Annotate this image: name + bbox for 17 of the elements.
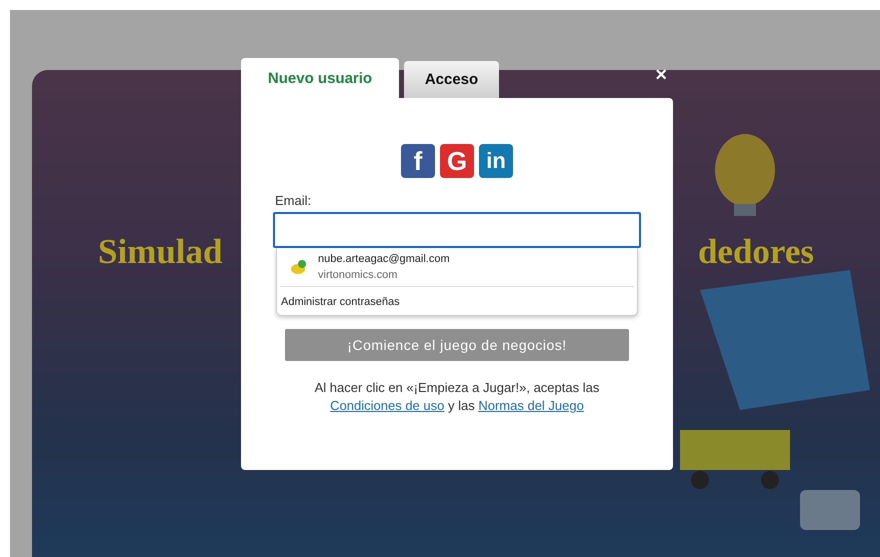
field-label: Email: [275,193,312,208]
saved-site: virtonomics.com [318,269,398,281]
email-field[interactable] [273,212,641,248]
google-icon[interactable]: G [440,144,474,178]
saved-username: nube.arteagac@gmail.com [318,253,450,265]
terms-link[interactable]: Condiciones de uso [330,398,444,413]
page-title: dedores [698,232,814,272]
manage-passwords-item[interactable]: Administrar contraseñas [277,287,637,315]
linkedin-icon[interactable]: in [479,144,513,178]
close-button[interactable]: × [651,64,671,87]
facebook-icon[interactable]: f [401,144,435,178]
tab[interactable]: Nuevo usuario [241,58,399,98]
page-title: Simulad [98,232,222,272]
saved-login-item[interactable]: nube.arteagac@gmail.com virtonomics.com [280,248,634,287]
terms-link[interactable]: Normas del Juego [478,398,584,413]
tab[interactable]: Acceso [404,61,499,98]
terms-text: Al hacer clic en «¡Empieza a Jugar!», aceptas las Condiciones de uso y las Normas del Juego [314,379,600,415]
